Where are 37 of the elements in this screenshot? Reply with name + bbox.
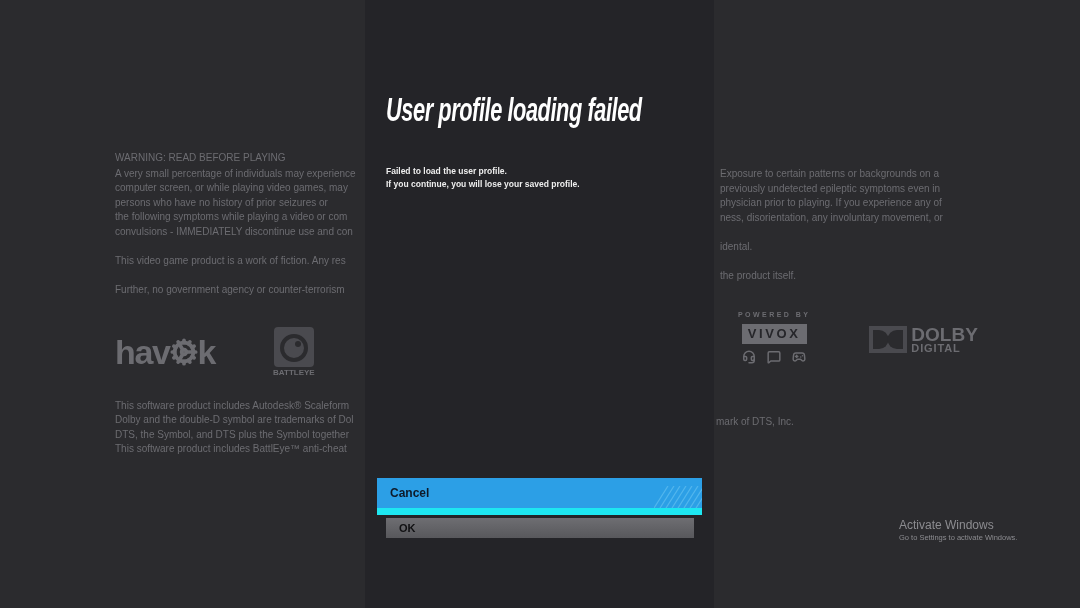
warning-text: physician prior to playing. If you experience any of xyxy=(720,196,943,210)
warning-text: Exposure to certain patterns or backgrounds on a xyxy=(720,167,941,181)
chat-bubble-icon xyxy=(767,349,782,364)
gamepad-icon xyxy=(792,349,807,364)
activation-title: Activate Windows xyxy=(899,518,995,532)
legal-text: This software product includes Autodesk® Scaleform xyxy=(115,398,351,413)
warning-text: the following symptoms while playing a video or com xyxy=(115,210,349,224)
legal-text: This software product includes BattlEye™ anti-cheat xyxy=(115,442,348,456)
logo-wordmark: DOLBY xyxy=(911,325,978,343)
dialog-message: If you continue, you will lose your saved profile. xyxy=(386,178,581,191)
dialog-button[interactable]: OK xyxy=(386,518,694,538)
dialog-title: User profile loading failed xyxy=(386,92,642,128)
diagonal-stripes-icon xyxy=(654,486,702,508)
double-d-icon xyxy=(869,326,908,353)
warning-text: persons who have no history of prior seizures or xyxy=(115,195,329,210)
dialog-button[interactable]: Cancel xyxy=(377,478,702,515)
headset-icon xyxy=(742,349,757,364)
vivox-logo: VIVOX xyxy=(741,323,807,344)
legal-text: mark of DTS, Inc. xyxy=(716,414,795,429)
gear-icon xyxy=(169,337,198,366)
warning-text: convulsions - IMMEDIATELY discontinue use and con xyxy=(115,224,354,239)
warning-text: ness, disorientation, any involuntary movement, or xyxy=(720,210,944,225)
warning-text: computer screen, or while playing video games, may xyxy=(115,181,349,195)
eye-tile-icon xyxy=(273,326,314,367)
warning-heading: WARNING: READ BEFORE PLAYING xyxy=(115,151,287,165)
disclaimer-text: Further, no government agency or counter-terrorism xyxy=(115,283,346,297)
legal-text: DTS, the Symbol, and DTS plus the Symbol together xyxy=(115,427,350,442)
disclaimer-text: This video game product is a work of fiction. Any res xyxy=(115,254,347,268)
logo-wordmark: hav xyxy=(115,334,170,369)
dialog-message: Failed to load the user profile. xyxy=(386,165,508,178)
disclaimer-text: idental. xyxy=(720,240,754,254)
logo-wordmark: DIGITAL xyxy=(911,342,962,354)
warning-text: A very small percentage of individuals may experience xyxy=(115,166,357,181)
legal-text: Dolby and the double-D symbol are trademarks of Dol xyxy=(115,413,355,427)
disclaimer-text: the product itself. xyxy=(720,269,798,283)
logo-caption: BATTLEYE xyxy=(273,368,315,377)
logo-wordmark: k xyxy=(197,334,216,369)
